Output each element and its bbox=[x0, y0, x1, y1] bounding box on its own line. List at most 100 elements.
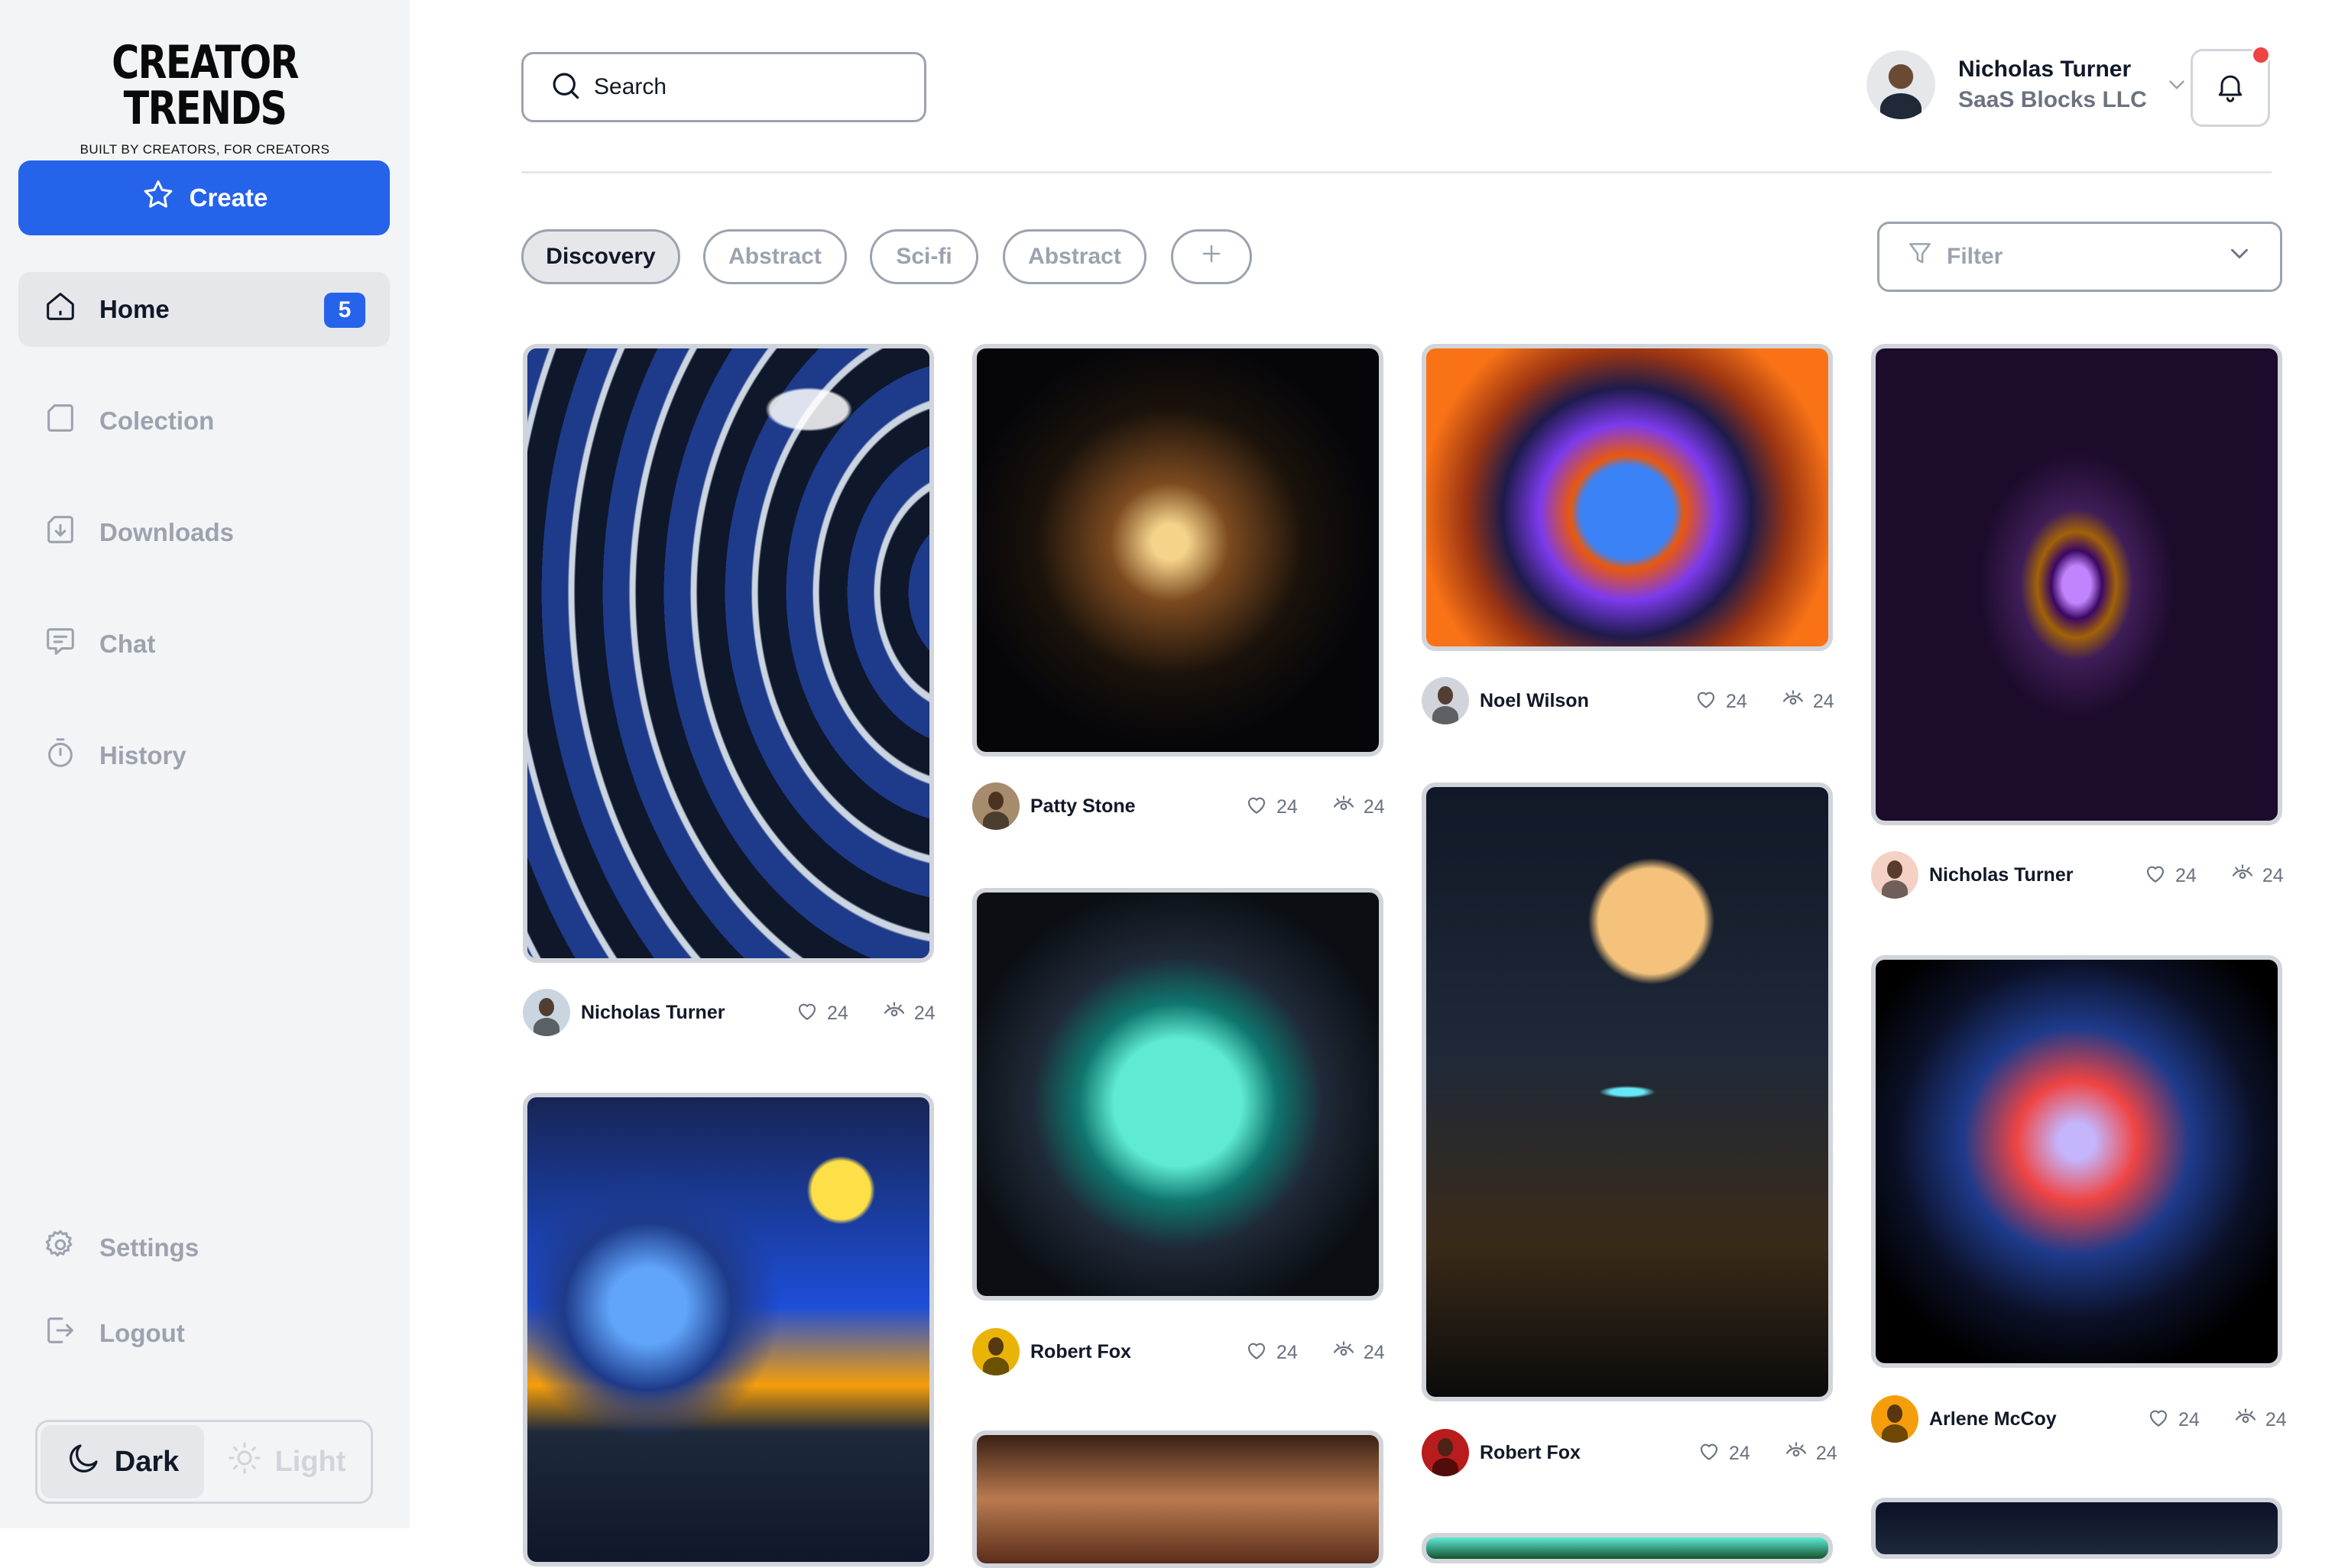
card-author[interactable]: Nicholas Turner bbox=[523, 989, 725, 1036]
chip-abstract[interactable]: Abstract bbox=[703, 229, 847, 284]
plus-icon bbox=[1198, 241, 1224, 273]
artwork-image[interactable] bbox=[523, 1093, 934, 1566]
views-button[interactable]: 24 bbox=[1781, 687, 1834, 717]
views-button[interactable]: 24 bbox=[2233, 1405, 2287, 1435]
theme-dark-label: Dark bbox=[114, 1445, 180, 1478]
chip-discovery[interactable]: Discovery bbox=[521, 229, 680, 284]
chip-sci-fi[interactable]: Sci-fi bbox=[870, 229, 978, 284]
add-chip-button[interactable] bbox=[1171, 229, 1252, 284]
artwork-image[interactable] bbox=[972, 888, 1383, 1301]
artwork-image[interactable] bbox=[523, 344, 934, 963]
notifications-button[interactable] bbox=[2191, 45, 2271, 127]
eye-icon bbox=[1331, 1338, 1356, 1368]
sidebar-item-logout[interactable]: Logout bbox=[18, 1296, 390, 1371]
artwork-image[interactable] bbox=[1871, 955, 2282, 1368]
like-button[interactable]: 24 bbox=[1697, 1439, 1750, 1469]
card-stats: 24 24 bbox=[1244, 792, 1385, 822]
views-button[interactable]: 24 bbox=[882, 999, 936, 1029]
like-count: 24 bbox=[1276, 1341, 1298, 1363]
heart-icon bbox=[1244, 792, 1269, 822]
like-count: 24 bbox=[1276, 795, 1298, 818]
collection-icon bbox=[43, 400, 78, 442]
card-stats: 24 24 bbox=[1694, 686, 1834, 717]
card-author[interactable]: Robert Fox bbox=[1422, 1429, 1581, 1476]
bell-icon bbox=[2213, 70, 2247, 107]
sidebar-item-label: Home bbox=[99, 295, 170, 323]
card-author[interactable]: Arlene McCoy bbox=[1871, 1395, 2057, 1443]
search-input[interactable] bbox=[594, 74, 884, 100]
heart-icon bbox=[795, 999, 819, 1029]
author-name: Noel Wilson bbox=[1480, 689, 1589, 711]
history-icon bbox=[43, 735, 78, 776]
sidebar-item-label: Downloads bbox=[99, 518, 235, 546]
chip-abstract-2[interactable]: Abstract bbox=[1003, 229, 1146, 284]
header-divider bbox=[521, 171, 2272, 173]
eye-icon bbox=[1331, 792, 1356, 822]
like-button[interactable]: 24 bbox=[1244, 1338, 1298, 1368]
like-button[interactable]: 24 bbox=[1244, 792, 1298, 822]
like-count: 24 bbox=[827, 1002, 848, 1024]
card-stats: 24 24 bbox=[2143, 860, 2284, 891]
views-button[interactable]: 24 bbox=[1331, 792, 1385, 822]
like-button[interactable]: 24 bbox=[795, 999, 848, 1029]
like-count: 24 bbox=[1726, 690, 1747, 712]
user-company: SaaS Blocks LLC bbox=[1958, 87, 2147, 112]
views-count: 24 bbox=[913, 1002, 936, 1024]
artwork-image[interactable] bbox=[1871, 344, 2282, 825]
views-button[interactable]: 24 bbox=[1331, 1338, 1385, 1368]
views-count: 24 bbox=[2265, 1408, 2287, 1430]
artwork-image[interactable] bbox=[1422, 1533, 1833, 1563]
artwork-image[interactable] bbox=[972, 344, 1383, 756]
filter-placeholder: Filter bbox=[1947, 244, 2003, 269]
create-button[interactable]: Create bbox=[18, 160, 390, 235]
author-name: Arlene McCoy bbox=[1929, 1408, 2057, 1430]
author-name: Robert Fox bbox=[1030, 1340, 1131, 1362]
sidebar-item-history[interactable]: History bbox=[18, 718, 390, 793]
sidebar-item-home[interactable]: Home 5 bbox=[18, 272, 390, 347]
card-stats: 24 24 bbox=[2146, 1404, 2287, 1435]
artwork-image[interactable] bbox=[972, 1430, 1383, 1568]
eye-icon bbox=[2233, 1405, 2258, 1435]
create-label: Create bbox=[189, 183, 268, 212]
sidebar-item-settings[interactable]: Settings bbox=[18, 1210, 390, 1285]
user-menu[interactable]: Nicholas Turner SaaS Blocks LLC bbox=[1866, 50, 2190, 119]
card-author[interactable]: Noel Wilson bbox=[1422, 677, 1589, 724]
artwork-image[interactable] bbox=[1422, 782, 1833, 1401]
card-author[interactable]: Robert Fox bbox=[972, 1328, 1131, 1375]
settings-icon bbox=[43, 1227, 78, 1268]
sun-icon bbox=[226, 1440, 263, 1484]
search-field[interactable] bbox=[521, 52, 926, 122]
user-name: Nicholas Turner bbox=[1958, 57, 2132, 82]
views-button[interactable]: 24 bbox=[2230, 861, 2284, 891]
artwork-image[interactable] bbox=[1422, 344, 1833, 651]
card-stats: 24 24 bbox=[1697, 1438, 1837, 1469]
filter-dropdown[interactable]: Filter bbox=[1877, 222, 2282, 292]
views-button[interactable]: 24 bbox=[1784, 1439, 1837, 1469]
avatar bbox=[1871, 851, 1918, 899]
artwork-image[interactable] bbox=[1871, 1498, 2282, 1559]
like-button[interactable]: 24 bbox=[1694, 687, 1747, 717]
card-author[interactable]: Nicholas Turner bbox=[1871, 851, 2073, 899]
moon-icon bbox=[66, 1440, 102, 1484]
logout-icon bbox=[43, 1313, 78, 1354]
heart-icon bbox=[2143, 861, 2168, 891]
eye-icon bbox=[1784, 1439, 1808, 1469]
views-count: 24 bbox=[1815, 1442, 1837, 1464]
author-name: Nicholas Turner bbox=[581, 1001, 725, 1023]
chevron-down-icon bbox=[2164, 72, 2190, 98]
card-author[interactable]: Patty Stone bbox=[972, 782, 1136, 830]
like-button[interactable]: 24 bbox=[2146, 1405, 2200, 1435]
author-name: Patty Stone bbox=[1030, 795, 1136, 817]
search-icon bbox=[550, 70, 582, 105]
sidebar-item-chat[interactable]: Chat bbox=[18, 607, 390, 682]
sidebar-item-downloads[interactable]: Downloads bbox=[18, 495, 390, 570]
views-count: 24 bbox=[1812, 690, 1834, 712]
theme-light-option[interactable]: Light bbox=[204, 1425, 368, 1498]
sidebar-item-label: Chat bbox=[99, 630, 156, 658]
sidebar-item-collection[interactable]: Colection bbox=[18, 384, 390, 458]
like-button[interactable]: 24 bbox=[2143, 861, 2197, 891]
eye-icon bbox=[882, 999, 906, 1029]
theme-dark-option[interactable]: Dark bbox=[41, 1425, 204, 1498]
sidebar-item-label: History bbox=[99, 741, 186, 769]
brand-logo[interactable]: CREATOR TRENDS BUILT BY CREATORS, FOR CR… bbox=[0, 40, 410, 157]
